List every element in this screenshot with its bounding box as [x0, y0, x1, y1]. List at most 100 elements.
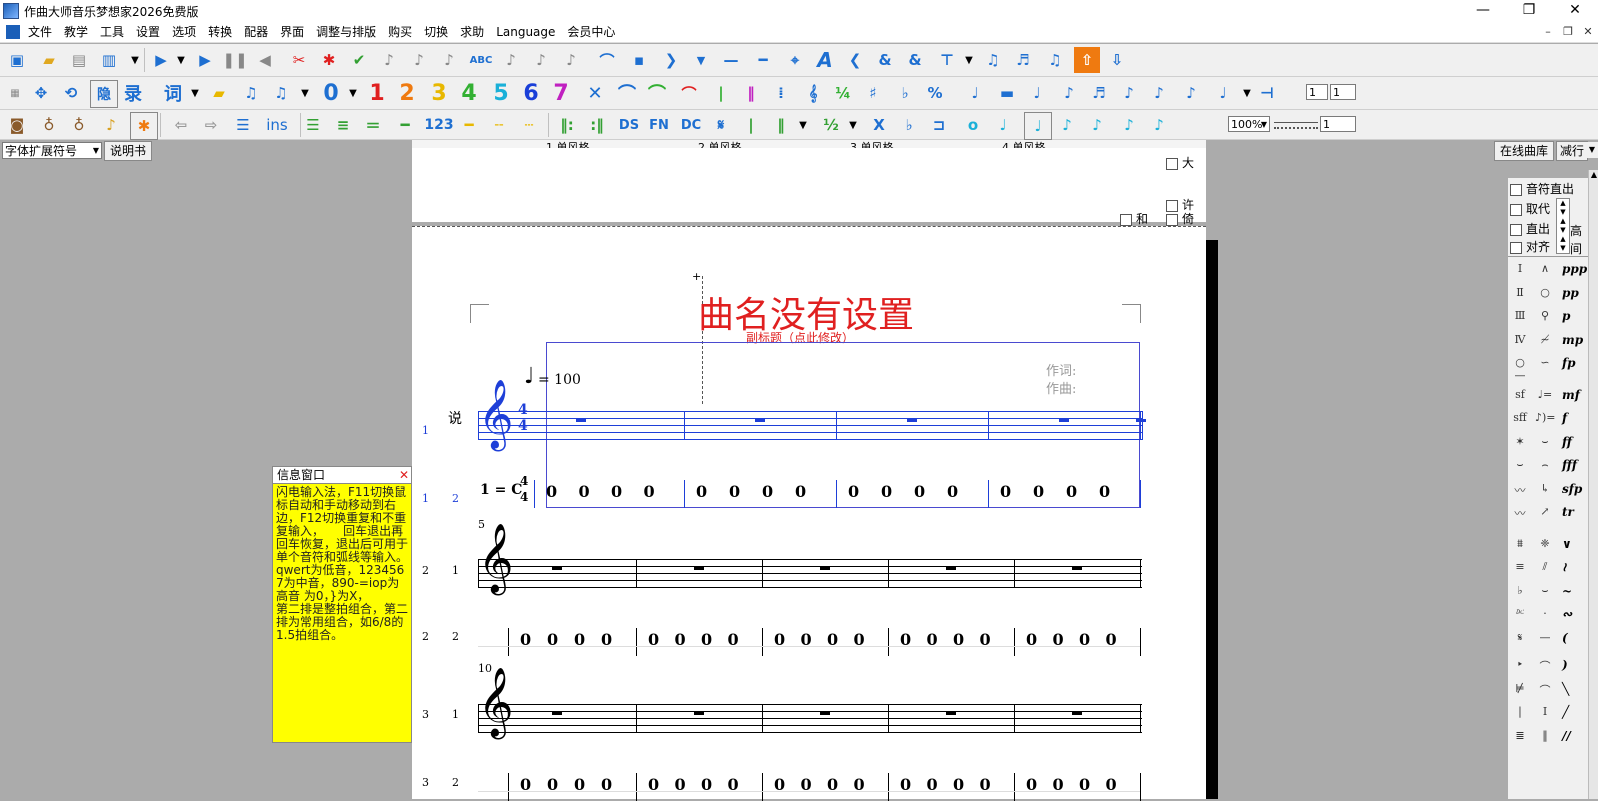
play-from-icon[interactable]: ▶: [192, 47, 218, 73]
note-edit2-icon[interactable]: ♪: [406, 47, 432, 73]
menu-layout[interactable]: 调整与排版: [310, 22, 382, 42]
symbol-button[interactable]: Ⅳ: [1510, 333, 1530, 346]
jianpu-note[interactable]: 0: [1099, 482, 1110, 501]
piano-icon[interactable]: ▥: [96, 47, 122, 73]
menu-orchestration[interactable]: 配器: [238, 22, 274, 42]
jianpu-note[interactable]: 0: [729, 482, 740, 501]
chevron-down-icon[interactable]: ▼: [840, 112, 866, 138]
reduce-lines-button[interactable]: 减行: [1556, 141, 1588, 161]
jianpu-note[interactable]: 0: [574, 775, 585, 794]
jianpu-note[interactable]: 0: [701, 775, 712, 794]
quarter-note-selected-icon[interactable]: ♩: [1024, 112, 1052, 140]
saxophone-icon[interactable]: ♪: [98, 112, 124, 138]
symbol-button[interactable]: ♩=: [1535, 388, 1555, 401]
symbol-button[interactable]: Ⅰ: [1510, 262, 1530, 275]
check-delete-icon[interactable]: ✔: [346, 47, 372, 73]
symbol-button[interactable]: ✶: [1510, 435, 1530, 448]
pause-icon[interactable]: ❚❚: [222, 47, 248, 73]
hide-button[interactable]: 隐: [90, 80, 118, 108]
symbol-button[interactable]: —: [1535, 631, 1555, 644]
repeat-end-icon[interactable]: :‖: [584, 112, 610, 138]
add-symbol-icon[interactable]: &: [872, 47, 898, 73]
grace-note-icon[interactable]: ♪: [1116, 80, 1142, 106]
sixtyfourth-note-icon[interactable]: ♪: [1146, 112, 1172, 138]
menu-switch[interactable]: 切换: [418, 22, 454, 42]
jianpu-note[interactable]: 0: [644, 482, 655, 501]
keyboard-icon[interactable]: ▤: [66, 47, 92, 73]
mdi-restore-button[interactable]: ❐: [1560, 24, 1576, 40]
checkbox-large[interactable]: [1166, 158, 1178, 170]
jianpu-note[interactable]: 0: [762, 482, 773, 501]
menu-convert[interactable]: 转换: [202, 22, 238, 42]
symbol-button[interactable]: ff: [1562, 435, 1572, 449]
download-icon[interactable]: ⇩: [1104, 47, 1130, 73]
jianpu-note[interactable]: 0: [1026, 630, 1037, 649]
save-icon[interactable]: ▣: [4, 47, 30, 73]
menu-file[interactable]: 文件: [22, 22, 58, 42]
checkbox-note-direct[interactable]: [1510, 184, 1522, 196]
jianpu-note[interactable]: 0: [546, 482, 557, 501]
voice-number-field[interactable]: 1: [1330, 84, 1356, 100]
symbol-button[interactable]: mp: [1562, 333, 1583, 347]
back-icon[interactable]: ◀: [252, 47, 278, 73]
x-button[interactable]: X: [866, 112, 892, 138]
cut-notes-icon[interactable]: ✂: [286, 47, 312, 73]
close-button[interactable]: ✕: [1552, 0, 1598, 22]
sharp-icon[interactable]: ♯: [860, 80, 886, 106]
thirtysecond-note2-icon[interactable]: ♪: [1116, 112, 1142, 138]
cross-notes-icon[interactable]: ✱: [316, 47, 342, 73]
menu-teaching[interactable]: 教学: [58, 22, 94, 42]
page-field[interactable]: 1: [1320, 116, 1356, 132]
lines2-icon[interactable]: ≡: [330, 112, 356, 138]
line-width-preview[interactable]: [1274, 122, 1318, 129]
symbol-button[interactable]: ∾: [1562, 607, 1572, 621]
notes-group-icon[interactable]: ♫: [268, 80, 294, 106]
decrescendo-icon[interactable]: ❮: [842, 47, 868, 73]
symbol-button[interactable]: sfp: [1562, 482, 1582, 496]
number-7-button[interactable]: 7: [548, 80, 574, 106]
symbol-button[interactable]: ↳: [1535, 482, 1555, 495]
slur-icon[interactable]: ⌒: [644, 80, 670, 106]
symbol-button[interactable]: ╲: [1562, 682, 1569, 696]
symbol-button[interactable]: ❈: [1535, 537, 1555, 550]
text-icon[interactable]: A: [812, 47, 838, 73]
bar-green-icon[interactable]: |: [738, 112, 764, 138]
whole-note-icon[interactable]: o: [960, 112, 986, 138]
jianpu-note[interactable]: 0: [1066, 482, 1077, 501]
minimize-button[interactable]: —: [1460, 0, 1506, 22]
repeat-start-icon[interactable]: ‖:: [554, 112, 580, 138]
crosshair-icon[interactable]: ⌖: [782, 47, 808, 73]
triplet-icon[interactable]: ⌒: [676, 80, 702, 106]
symbol-button[interactable]: ≡: [1510, 560, 1530, 573]
guitar-icon[interactable]: ♁: [66, 112, 92, 138]
jianpu-note[interactable]: 0: [1053, 775, 1064, 794]
note-value-icon[interactable]: ♩: [1210, 80, 1236, 106]
jianpu-note[interactable]: 0: [795, 482, 806, 501]
chevron-up-icon[interactable]: ▲: [1589, 170, 1598, 179]
mdi-close-button[interactable]: ✕: [1580, 24, 1596, 40]
symbol-button[interactable]: ≁: [1535, 333, 1555, 346]
eighth-note2-icon[interactable]: ♪: [1056, 80, 1082, 106]
symbol-button[interactable]: ○: [1535, 286, 1555, 299]
symbol-button[interactable]: I: [1535, 705, 1555, 718]
fn-button[interactable]: FN: [646, 112, 672, 138]
symbol-button[interactable]: sf: [1510, 388, 1530, 401]
yellow-dash-icon[interactable]: ╌: [486, 112, 512, 138]
jianpu-note[interactable]: 0: [900, 775, 911, 794]
jianpu-note[interactable]: 0: [927, 630, 938, 649]
menu-tools[interactable]: 工具: [94, 22, 130, 42]
number-4-button[interactable]: 4: [456, 80, 482, 106]
checkbox-allow[interactable]: [1166, 200, 1178, 212]
note-tool3-icon[interactable]: ♪: [558, 47, 584, 73]
eraser-icon[interactable]: ▰: [206, 80, 232, 106]
jianpu-note[interactable]: 0: [927, 775, 938, 794]
align-icon[interactable]: ☰: [230, 112, 256, 138]
x-icon[interactable]: ✕: [582, 80, 608, 106]
symbol-button[interactable]: tr: [1562, 505, 1574, 519]
symbol-button[interactable]: |: [1510, 705, 1530, 718]
manual-button[interactable]: 说明书: [104, 141, 152, 161]
jianpu-note[interactable]: 0: [953, 630, 964, 649]
jianpu-note[interactable]: 0: [980, 775, 991, 794]
remove-symbol-icon[interactable]: &: [902, 47, 928, 73]
jianpu-note[interactable]: 0: [1106, 630, 1117, 649]
